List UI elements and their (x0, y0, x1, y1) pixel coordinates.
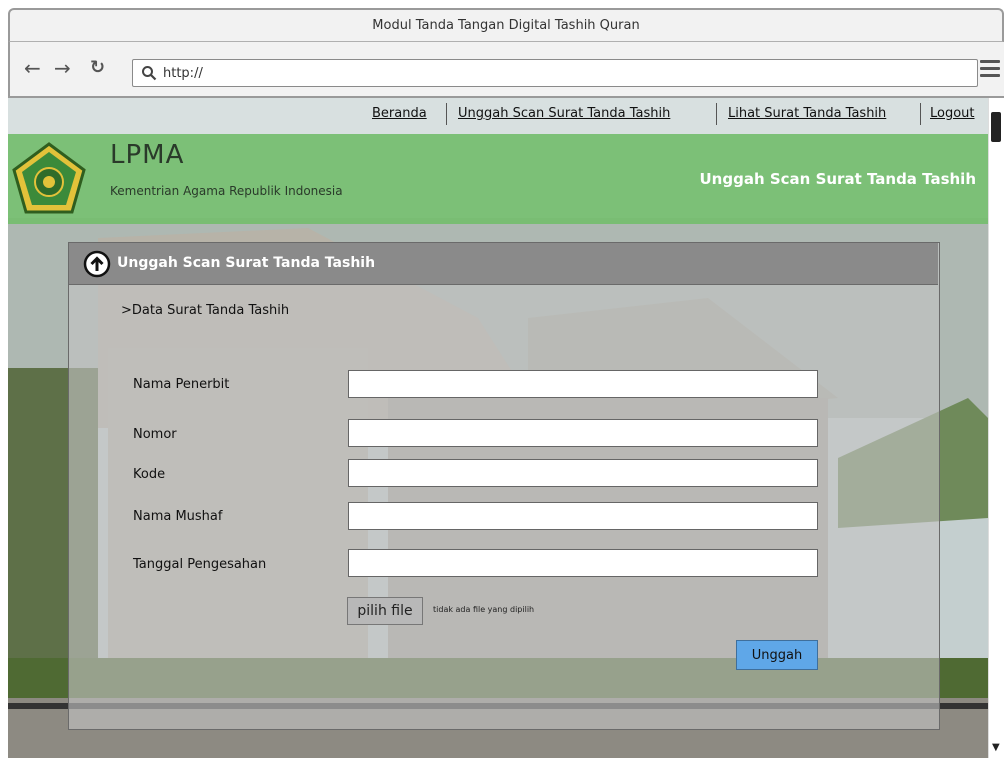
page-viewport: Beranda Unggah Scan Surat Tanda Tashih L… (8, 98, 988, 758)
reload-icon[interactable]: ↻ (90, 56, 105, 80)
hamburger-menu-icon[interactable] (980, 60, 1000, 80)
file-status-text: tidak ada file yang dipilih (433, 605, 535, 614)
scrollbar-thumb[interactable] (991, 112, 1001, 142)
field-label-nomor: Nomor (133, 427, 177, 442)
panel-title: Unggah Scan Surat Tanda Tashih (117, 255, 376, 271)
browser-toolbar: ← → ↻ http:// (8, 42, 1004, 98)
nav-link-logout[interactable]: Logout (930, 106, 975, 121)
search-icon (142, 66, 157, 81)
kode-input[interactable] (348, 459, 818, 487)
field-label-nama-penerbit: Nama Penerbit (133, 377, 230, 392)
vertical-scrollbar[interactable] (988, 98, 1004, 758)
kemenag-logo-icon (12, 142, 86, 214)
address-bar[interactable]: http:// (132, 59, 978, 87)
window-title: Modul Tanda Tangan Digital Tashih Quran (372, 18, 640, 33)
field-label-nama-mushaf: Nama Mushaf (133, 509, 223, 524)
top-navigation: Beranda Unggah Scan Surat Tanda Tashih L… (8, 98, 988, 134)
tanggal-pengesahan-input[interactable] (348, 549, 818, 577)
page-title: Unggah Scan Surat Tanda Tashih (699, 170, 977, 188)
field-label-kode: Kode (133, 467, 166, 482)
nama-penerbit-input[interactable] (348, 370, 818, 398)
choose-file-button[interactable]: pilih file (347, 597, 423, 625)
section-label: >Data Surat Tanda Tashih (121, 303, 290, 318)
unggah-button[interactable]: Unggah (736, 640, 818, 670)
brand-subtitle: Kementrian Agama Republik Indonesia (110, 184, 343, 198)
nama-mushaf-input[interactable] (348, 502, 818, 530)
upload-arrow-icon (83, 250, 111, 278)
back-arrow-icon[interactable]: ← (24, 56, 41, 80)
nav-link-lihat[interactable]: Lihat Surat Tanda Tashih (728, 106, 886, 121)
window-titlebar: Modul Tanda Tangan Digital Tashih Quran (8, 8, 1004, 42)
brand-name: LPMA (110, 140, 185, 170)
panel-header: Unggah Scan Surat Tanda Tashih (69, 243, 938, 285)
nav-link-unggah[interactable]: Unggah Scan Surat Tanda Tashih (458, 106, 670, 121)
scroll-down-arrow-icon[interactable]: ▼ (992, 742, 1000, 753)
nav-link-beranda[interactable]: Beranda (372, 106, 427, 121)
upload-form-panel: Unggah Scan Surat Tanda Tashih >Data Sur… (68, 242, 940, 730)
nomor-input[interactable] (348, 419, 818, 447)
url-text: http:// (163, 65, 203, 81)
site-header: LPMA Kementrian Agama Republik Indonesia… (8, 134, 988, 224)
field-label-tanggal-pengesahan: Tanggal Pengesahan (133, 557, 267, 572)
forward-arrow-icon[interactable]: → (54, 56, 71, 80)
